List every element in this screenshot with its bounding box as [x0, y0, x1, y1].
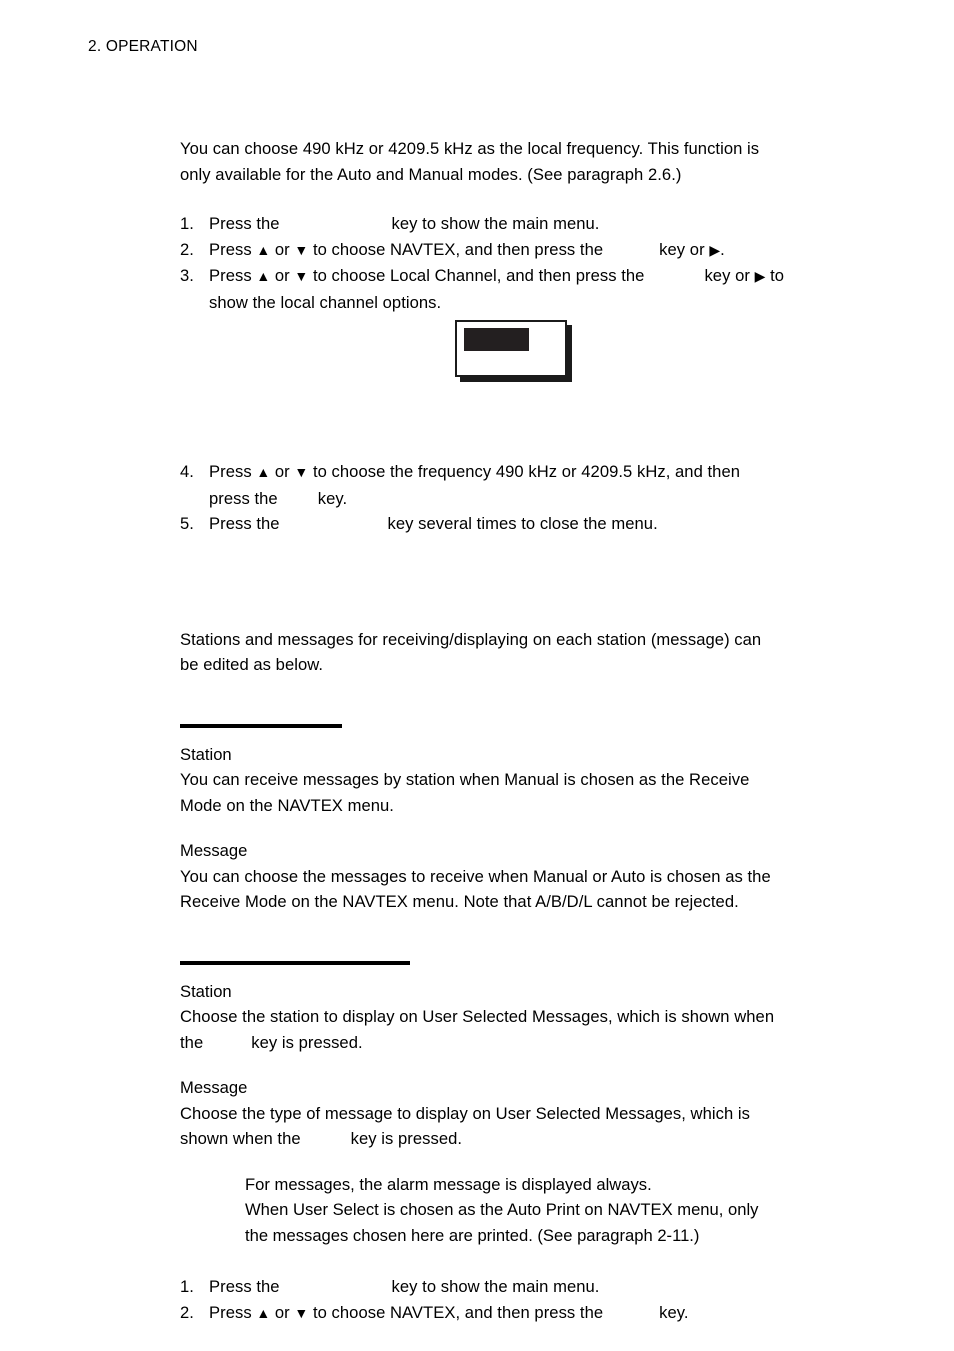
message-description-line-2: Receive Mode on the NAVTEX menu. Note th… — [180, 892, 739, 911]
step-text-or: or — [274, 462, 290, 481]
arrow-up-icon: ▲ — [256, 464, 271, 480]
user-select-steps-list: 1. Press the key to show the main menu. 2… — [180, 1274, 852, 1326]
step-text-or: or — [274, 1302, 290, 1322]
local-channel-steps-list-continued: 4. Press ▲ or ▼ to choose the frequency … — [180, 459, 852, 537]
arrow-up-icon: ▲ — [256, 1304, 271, 1321]
step-text-line-2-before-key: press the — [209, 488, 278, 508]
arrow-down-icon: ▼ — [294, 1304, 309, 1321]
step-text-after-key: key several times to close the menu. — [387, 514, 658, 533]
station-description-line-2: Mode on the NAVTEX menu. — [180, 795, 394, 815]
step-text-key-or: key or — [704, 266, 750, 285]
message-user-select-line-1: Choose the type of message to display on… — [180, 1103, 750, 1123]
list-item: 1. Press the key to show the main menu. — [180, 1274, 852, 1300]
step-text-end: key. — [659, 1302, 689, 1322]
list-item: 2. Press ▲ or ▼ to choose NAVTEX, and th… — [180, 1300, 852, 1327]
subheading-message: Message — [180, 841, 248, 860]
step-text-key-or: key or — [659, 239, 705, 259]
figure-highlight-bar — [464, 328, 529, 351]
list-item: 1. Press the key to show the main menu. — [180, 211, 852, 237]
local-channel-steps-list: 1. Press the key to show the main menu. 2… — [180, 211, 852, 315]
step-text-after-key: key to show the main menu. — [391, 1277, 600, 1296]
step-text-middle: to choose Local Channel, and then press … — [312, 266, 645, 285]
document-page: 2. OPERATION You can choose 490 kHz or 4… — [0, 0, 954, 1351]
step-number: 1. — [180, 214, 194, 233]
stations-intro-paragraph: Stations and messages for receiving/disp… — [180, 627, 852, 678]
message-user-select-line-2-after-key: key is pressed. — [350, 1129, 463, 1148]
step-number: 3. — [180, 266, 194, 285]
step-text-press: Press — [209, 462, 252, 481]
message-description: You can choose the messages to receive w… — [180, 864, 852, 915]
station-description: You can receive messages by station when… — [180, 767, 852, 818]
message-description-line-1: You can choose the messages to receive w… — [180, 866, 771, 886]
station-user-select-line-2-before-key: the — [180, 1032, 204, 1052]
step-number: 2. — [180, 239, 194, 259]
step-text-end: . — [720, 239, 725, 259]
step-text-press: Press — [209, 266, 252, 285]
intro-line-2: only available for the Auto and Manual m… — [180, 164, 682, 184]
step-text-middle: to choose the frequency 490 kHz or 4209.… — [312, 462, 741, 481]
step-number: 4. — [180, 462, 194, 481]
note-block: For messages, the alarm message is displ… — [245, 1172, 852, 1249]
message-user-select-line-2-before-key: shown when the — [180, 1129, 301, 1148]
arrow-right-icon: ▶ — [754, 268, 766, 284]
list-item: 2. Press ▲ or ▼ to choose NAVTEX, and th… — [180, 237, 852, 264]
body-column: You can choose 490 kHz or 4209.5 kHz as … — [180, 136, 852, 1326]
intro-line-1: You can choose 490 kHz or 4209.5 kHz as … — [180, 139, 760, 158]
note-line-3: the messages chosen here are printed. (S… — [245, 1225, 700, 1245]
step-text-before-key: Press the — [209, 214, 280, 233]
note-line-1: For messages, the alarm message is displ… — [245, 1174, 652, 1194]
subheading-station-user-select: Station — [180, 981, 232, 1001]
station-user-select-description: Choose the station to display on User Se… — [180, 1004, 852, 1055]
list-item: 3. Press ▲ or ▼ to choose Local Channel,… — [180, 263, 852, 315]
note-line-2: When User Select is chosen as the Auto P… — [245, 1200, 759, 1219]
list-item: 4. Press ▲ or ▼ to choose the frequency … — [180, 459, 852, 511]
step-number: 1. — [180, 1277, 194, 1296]
station-user-select-line-1: Choose the station to display on User Se… — [180, 1007, 775, 1026]
local-channel-options-figure — [455, 320, 575, 384]
arrow-down-icon: ▼ — [294, 464, 309, 480]
arrow-up-icon: ▲ — [256, 268, 271, 284]
step-text-middle: to choose NAVTEX, and then press the — [312, 1302, 604, 1322]
subheading-station: Station — [180, 744, 232, 764]
step-text-before-key: Press the — [209, 1277, 280, 1296]
list-item: 5. Press the key several times to close t… — [180, 511, 852, 537]
step-text-or: or — [274, 239, 290, 259]
intro-paragraph: You can choose 490 kHz or 4209.5 kHz as … — [180, 136, 852, 187]
step-text-press: Press — [209, 1302, 252, 1322]
message-user-select-description: Choose the type of message to display on… — [180, 1101, 852, 1152]
arrow-right-icon: ▶ — [709, 241, 721, 258]
subheading-message-user-select: Message — [180, 1078, 248, 1097]
step-number: 5. — [180, 514, 194, 533]
arrow-down-icon: ▼ — [294, 241, 309, 258]
stations-intro-line-1: Stations and messages for receiving/disp… — [180, 629, 762, 649]
running-header: 2. OPERATION — [88, 38, 198, 55]
step-text-press: Press — [209, 239, 252, 259]
arrow-down-icon: ▼ — [294, 268, 309, 284]
step-text-end: to — [770, 266, 785, 285]
step-text-line-2-after-key: key. — [317, 488, 348, 508]
step-text-before-key: Press the — [209, 514, 280, 533]
figure-display-frame — [455, 320, 567, 377]
station-user-select-line-2-after-key: key is pressed. — [251, 1032, 363, 1052]
arrow-up-icon: ▲ — [256, 241, 271, 258]
step-number: 2. — [180, 1302, 194, 1322]
step-text-middle: to choose NAVTEX, and then press the — [312, 239, 604, 259]
stations-intro-line-2: be edited as below. — [180, 655, 324, 674]
station-description-line-1: You can receive messages by station when… — [180, 770, 750, 789]
step-text-after-key: key to show the main menu. — [391, 214, 600, 233]
step-text-or: or — [274, 266, 290, 285]
step-text-line-2: show the local channel options. — [209, 292, 442, 312]
